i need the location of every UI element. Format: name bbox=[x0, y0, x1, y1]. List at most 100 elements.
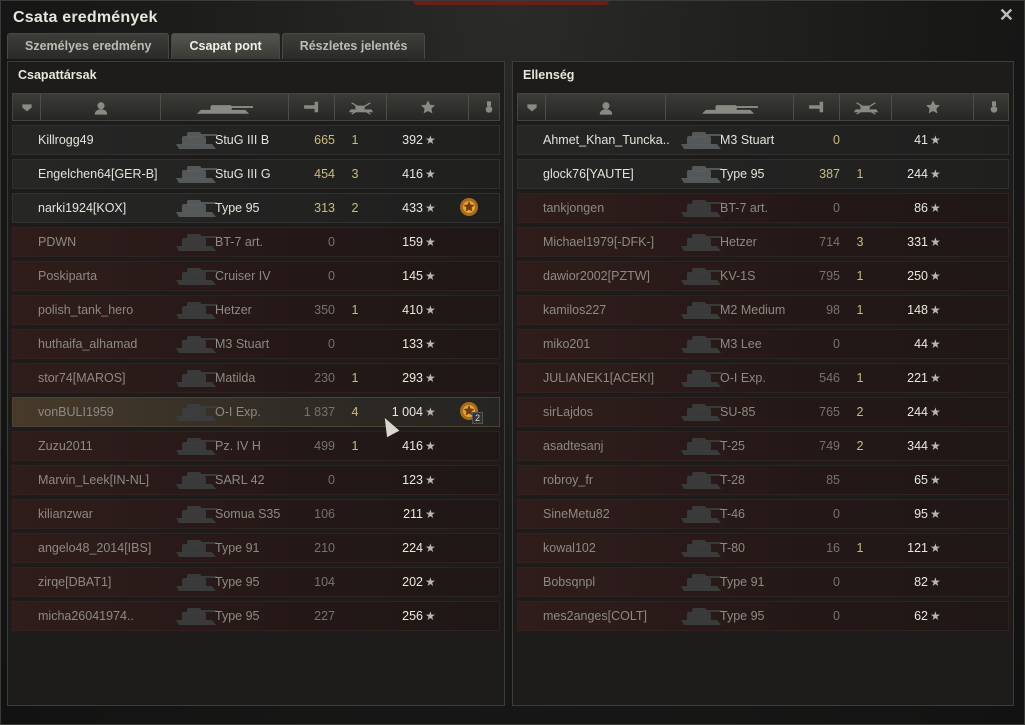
enemies-player-row[interactable]: Bobsqnpl Type 91 0 82 ★ bbox=[517, 567, 1009, 597]
kills-value: 1 bbox=[856, 303, 864, 317]
allies-col-tank[interactable] bbox=[161, 94, 289, 120]
enemies-player-row[interactable]: sirLajdos SU-85 765 2 244 ★ bbox=[517, 397, 1009, 427]
allies-player-row[interactable]: Poskiparta Cruiser IV 0 145 ★ bbox=[12, 261, 500, 291]
player-name[interactable]: dawior2002[PZTW] bbox=[543, 262, 678, 290]
enemies-player-row[interactable]: Michael1979[-DFK-] Hetzer 714 3 331 ★ bbox=[517, 227, 1009, 257]
player-name[interactable]: tankjongen bbox=[543, 194, 678, 222]
enemies-player-row[interactable]: asadtesanj T-25 749 2 344 ★ bbox=[517, 431, 1009, 461]
allies-player-row[interactable]: angelo48_2014[IBS] Type 91 210 224 ★ bbox=[12, 533, 500, 563]
enemies-col-kills[interactable] bbox=[840, 94, 892, 120]
allies-col-damage[interactable] bbox=[289, 94, 335, 120]
player-name[interactable]: robroy_fr bbox=[543, 466, 678, 494]
xp-star-icon: ★ bbox=[930, 235, 941, 249]
player-name[interactable]: zirqe[DBAT1] bbox=[38, 568, 173, 596]
player-name[interactable]: mes2anges[COLT] bbox=[543, 602, 678, 630]
xp-value: 148 bbox=[907, 303, 928, 317]
tank-silhouette-icon bbox=[678, 434, 724, 459]
allies-player-row[interactable]: micha26041974.. Type 95 227 256 ★ bbox=[12, 601, 500, 631]
platoon-icon bbox=[21, 103, 32, 111]
allies-player-row[interactable]: narki1924[KOX] Type 95 313 2 433 ★ bbox=[12, 193, 500, 223]
player-name[interactable]: Poskiparta bbox=[38, 262, 173, 290]
allies-col-medal[interactable] bbox=[469, 94, 508, 120]
player-name[interactable]: Marvin_Leek[IN-NL] bbox=[38, 466, 173, 494]
player-name[interactable]: miko201 bbox=[543, 330, 678, 358]
allies-player-row[interactable]: Engelchen64[GER-B] StuG III G 454 3 416 ★ bbox=[12, 159, 500, 189]
player-name[interactable]: JULIANEK1[ACEKI] bbox=[543, 364, 678, 392]
allies-player-row[interactable]: stor74[MAROS] Matilda 230 1 293 ★ bbox=[12, 363, 500, 393]
damage-value: 765 bbox=[819, 405, 840, 419]
tank-silhouette-icon bbox=[678, 128, 724, 153]
enemies-player-row[interactable]: JULIANEK1[ACEKI] O-I Exp. 546 1 221 ★ bbox=[517, 363, 1009, 393]
tab-detailed-report[interactable]: Részletes jelentés bbox=[281, 33, 426, 59]
player-name[interactable]: Bobsqnpl bbox=[543, 568, 678, 596]
enemies-col-medal[interactable] bbox=[974, 94, 1013, 120]
kills-value bbox=[345, 262, 365, 290]
allies-player-row[interactable]: vonBULI1959 O-I Exp. 1 837 4 1 004 ★ 2 bbox=[12, 397, 500, 427]
player-name[interactable]: Michael1979[-DFK-] bbox=[543, 228, 678, 256]
enemies-col-tank[interactable] bbox=[666, 94, 794, 120]
allies-player-row[interactable]: Killrogg49 StuG III B 665 1 392 ★ bbox=[12, 125, 500, 155]
player-name[interactable]: narki1924[KOX] bbox=[38, 194, 173, 222]
xp-value: 416 bbox=[402, 167, 423, 181]
enemies-player-row[interactable]: SineMetu82 T-46 0 95 ★ bbox=[517, 499, 1009, 529]
player-name[interactable]: huthaifa_alhamad bbox=[38, 330, 173, 358]
player-name[interactable]: PDWN bbox=[38, 228, 173, 256]
player-name[interactable]: Zuzu2011 bbox=[38, 432, 173, 460]
player-name[interactable]: vonBULI1959 bbox=[38, 398, 173, 426]
player-name[interactable]: stor74[MAROS] bbox=[38, 364, 173, 392]
window-title: Csata eredmények bbox=[13, 9, 158, 26]
tank-silhouette-icon bbox=[173, 434, 219, 459]
player-name[interactable]: angelo48_2014[IBS] bbox=[38, 534, 173, 562]
medal-count-badge: 2 bbox=[472, 412, 484, 424]
medal-icon[interactable] bbox=[457, 196, 483, 220]
xp-star-icon: ★ bbox=[425, 337, 436, 351]
xp-value: 41 bbox=[914, 133, 928, 147]
allies-player-row[interactable]: Zuzu2011 Pz. IV H 499 1 416 ★ bbox=[12, 431, 500, 461]
player-name[interactable]: SineMetu82 bbox=[543, 500, 678, 528]
xp-value: 202 bbox=[402, 575, 423, 589]
allies-player-row[interactable]: zirqe[DBAT1] Type 95 104 202 ★ bbox=[12, 567, 500, 597]
enemies-col-xp-star[interactable] bbox=[892, 94, 974, 120]
player-name[interactable]: kamilos227 bbox=[543, 296, 678, 324]
enemies-player-row[interactable]: glock76[YAUTE] Type 95 387 1 244 ★ bbox=[517, 159, 1009, 189]
allies-player-row[interactable]: Marvin_Leek[IN-NL] SARL 42 0 123 ★ bbox=[12, 465, 500, 495]
enemies-player-row[interactable]: kowal102 T-80 16 1 121 ★ bbox=[517, 533, 1009, 563]
allies-col-xp-star[interactable] bbox=[387, 94, 469, 120]
xp-star-icon: ★ bbox=[930, 473, 941, 487]
allies-player-row[interactable]: polish_tank_hero Hetzer 350 1 410 ★ bbox=[12, 295, 500, 325]
player-name[interactable]: kilianzwar bbox=[38, 500, 173, 528]
player-name[interactable]: asadtesanj bbox=[543, 432, 678, 460]
player-name[interactable]: Ahmet_Khan_Tuncka.. bbox=[543, 126, 678, 154]
close-icon[interactable]: ✕ bbox=[999, 5, 1014, 26]
player-name[interactable]: micha26041974.. bbox=[38, 602, 173, 630]
allies-col-player[interactable] bbox=[41, 94, 161, 120]
allies-player-row[interactable]: PDWN BT-7 art. 0 159 ★ bbox=[12, 227, 500, 257]
enemies-player-row[interactable]: tankjongen BT-7 art. 0 86 ★ bbox=[517, 193, 1009, 223]
enemies-player-row[interactable]: kamilos227 M2 Medium 98 1 148 ★ bbox=[517, 295, 1009, 325]
enemies-col-platoon[interactable] bbox=[518, 94, 546, 120]
enemies-col-player[interactable] bbox=[546, 94, 666, 120]
allies-player-row[interactable]: kilianzwar Somua S35 106 211 ★ bbox=[12, 499, 500, 529]
enemies-player-row[interactable]: dawior2002[PZTW] KV-1S 795 1 250 ★ bbox=[517, 261, 1009, 291]
xp-star-icon: ★ bbox=[425, 303, 436, 317]
player-name[interactable]: glock76[YAUTE] bbox=[543, 160, 678, 188]
allies-col-kills[interactable] bbox=[335, 94, 387, 120]
medal-icon[interactable]: 2 bbox=[457, 400, 484, 424]
enemies-player-row[interactable]: miko201 M3 Lee 0 44 ★ bbox=[517, 329, 1009, 359]
enemies-player-row[interactable]: Ahmet_Khan_Tuncka.. M3 Stuart 0 41 ★ bbox=[517, 125, 1009, 155]
enemies-player-row[interactable]: mes2anges[COLT] Type 95 0 62 ★ bbox=[517, 601, 1009, 631]
tank-silhouette-icon bbox=[173, 230, 219, 255]
tab-team-score[interactable]: Csapat pont bbox=[171, 33, 280, 59]
xp-star-icon: ★ bbox=[425, 269, 436, 283]
allies-player-row[interactable]: huthaifa_alhamad M3 Stuart 0 133 ★ bbox=[12, 329, 500, 359]
xp-star-icon: ★ bbox=[930, 371, 941, 385]
player-name[interactable]: Engelchen64[GER-B] bbox=[38, 160, 173, 188]
allies-col-platoon[interactable] bbox=[13, 94, 41, 120]
player-name[interactable]: Killrogg49 bbox=[38, 126, 173, 154]
player-name[interactable]: sirLajdos bbox=[543, 398, 678, 426]
tab-personal-results[interactable]: Személyes eredmény bbox=[7, 33, 170, 59]
enemies-player-row[interactable]: robroy_fr T-28 85 65 ★ bbox=[517, 465, 1009, 495]
player-name[interactable]: kowal102 bbox=[543, 534, 678, 562]
player-name[interactable]: polish_tank_hero bbox=[38, 296, 173, 324]
enemies-col-damage[interactable] bbox=[794, 94, 840, 120]
